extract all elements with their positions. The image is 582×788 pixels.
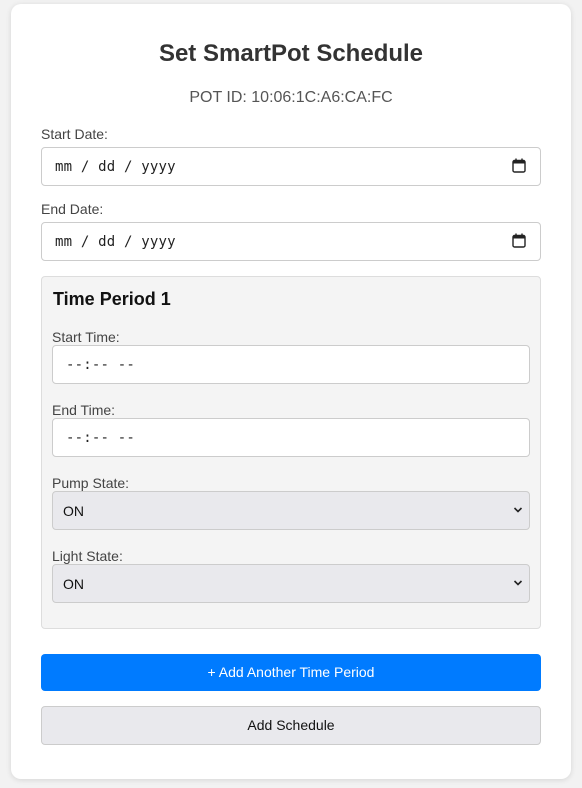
schedule-card: Set SmartPot Schedule POT ID: 10:06:1C:A… [11,4,571,779]
chevron-down-icon [513,507,523,513]
end-time-value: --:-- -- [66,429,136,446]
start-time-label: Start Time: [52,329,120,345]
page-title: Set SmartPot Schedule [158,40,424,67]
pot-id-text: POT ID: 10:06:1C:A6:CA:FC [189,89,393,106]
end-time-input[interactable]: --:-- -- [52,418,530,457]
end-date-value: mm / dd / yyyy [55,233,176,250]
pump-state-label: Pump State: [52,475,130,491]
calendar-icon[interactable] [512,158,526,173]
end-date-input[interactable]: mm / dd / yyyy [41,222,541,261]
end-date-label: End Date: [41,201,104,217]
start-time-value: --:-- -- [66,356,136,373]
start-date-input[interactable]: mm / dd / yyyy [41,147,541,186]
chevron-down-icon [513,580,523,586]
light-state-value: ON [63,575,84,592]
start-date-label: Start Date: [41,126,108,142]
add-schedule-button[interactable]: Add Schedule [41,706,541,745]
start-time-input[interactable]: --:-- -- [52,345,530,384]
add-time-period-button[interactable]: + Add Another Time Period [41,654,541,691]
pump-state-value: ON [63,502,84,519]
start-date-value: mm / dd / yyyy [55,158,176,175]
light-state-select[interactable]: ON [52,564,530,603]
end-time-label: End Time: [52,402,116,418]
time-period-title: Time Period 1 [53,289,171,309]
time-period-1: Time Period 1 Start Time: --:-- -- End T… [41,276,541,629]
light-state-label: Light State: [52,548,123,564]
pump-state-select[interactable]: ON [52,491,530,530]
calendar-icon[interactable] [512,233,526,248]
